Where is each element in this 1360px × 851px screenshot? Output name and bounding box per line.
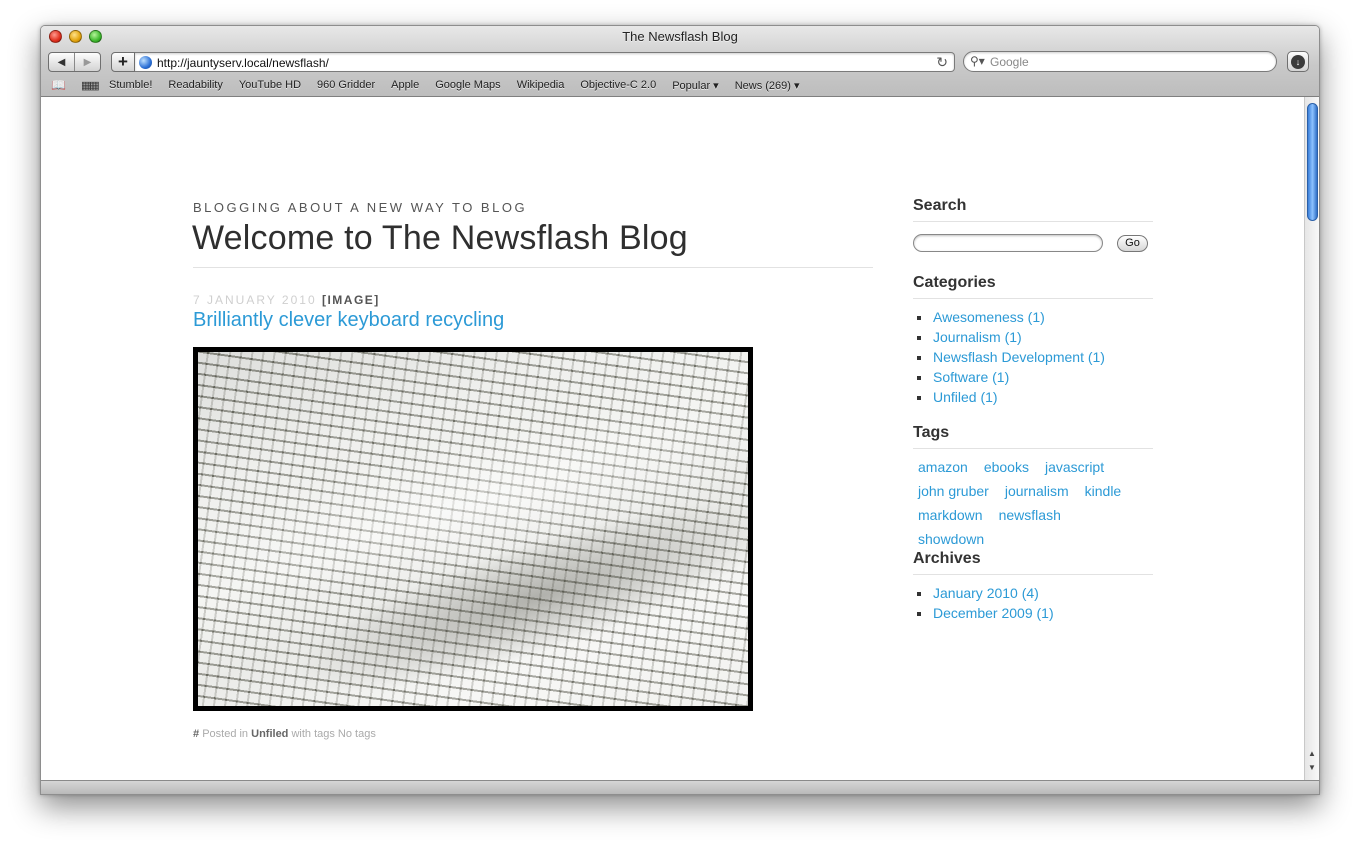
bookmark-objective-c[interactable]: Objective-C 2.0: [580, 79, 656, 91]
tag-link[interactable]: john gruber: [918, 479, 989, 503]
scroll-down-icon[interactable]: ▼: [1308, 763, 1316, 772]
tags-heading: Tags: [913, 424, 950, 441]
archives-heading: Archives: [913, 550, 981, 567]
bookmark-stumble[interactable]: Stumble!: [109, 79, 152, 91]
tag-link[interactable]: kindle: [1085, 479, 1122, 503]
categories-list: Awesomeness (1) Journalism (1) Newsflash…: [913, 307, 1105, 407]
nav-buttons: ◀ ▶: [48, 52, 101, 72]
browser-chrome: The Newsflash Blog ◀ ▶ + http://jauntyse…: [41, 26, 1319, 97]
blog-title[interactable]: Welcome to The Newsflash Blog: [192, 219, 688, 258]
search-field[interactable]: ⚲▾ Google: [963, 51, 1277, 72]
tag-link[interactable]: newsflash: [999, 503, 1061, 527]
back-button[interactable]: ◀: [49, 53, 74, 71]
tag-cloud: amazon ebooks javascript john gruber journa…: [918, 455, 1153, 551]
globe-icon: [139, 56, 152, 69]
forward-button[interactable]: ▶: [74, 53, 100, 71]
tags-rule: [913, 448, 1153, 449]
archives-rule: [913, 574, 1153, 575]
search-heading: Search: [913, 197, 967, 214]
status-bar: [41, 780, 1319, 794]
tag-link[interactable]: journalism: [1005, 479, 1069, 503]
bookmark-google-maps[interactable]: Google Maps: [435, 79, 500, 91]
top-sites-grid-icon[interactable]: ▦▦: [81, 79, 100, 92]
bookmark-wikipedia[interactable]: Wikipedia: [517, 79, 565, 91]
search-placeholder: Google: [990, 55, 1029, 69]
download-icon: ↓: [1291, 55, 1305, 69]
bookmark-apple[interactable]: Apple: [391, 79, 419, 91]
post-footer: # Posted in Unfiled with tags No tags: [193, 728, 376, 740]
categories-heading: Categories: [913, 274, 996, 291]
post-title-link[interactable]: Brilliantly clever keyboard recycling: [193, 309, 504, 332]
back-arrow-icon: ◀: [57, 56, 66, 68]
tag-link[interactable]: showdown: [918, 527, 984, 551]
category-link[interactable]: Awesomeness (1): [913, 307, 1105, 327]
forward-arrow-icon: ▶: [83, 56, 92, 68]
reload-icon[interactable]: ↻: [936, 54, 948, 71]
window-title: The Newsflash Blog: [622, 29, 738, 44]
tag-link[interactable]: markdown: [918, 503, 983, 527]
post-meta: 7 JANUARY 2010 [IMAGE]: [193, 293, 380, 307]
categories-rule: [913, 298, 1153, 299]
page-content: BLOGGING ABOUT A NEW WAY TO BLOG Welcome…: [41, 97, 1306, 780]
archives-list: January 2010 (4) December 2009 (1): [913, 583, 1054, 623]
search-icon: ⚲▾: [970, 54, 985, 68]
url-text: http://jauntyserv.local/newsflash/: [157, 56, 329, 70]
address-bar[interactable]: http://jauntyserv.local/newsflash/ ↻: [135, 52, 955, 72]
tag-link[interactable]: javascript: [1045, 455, 1104, 479]
archive-link[interactable]: January 2010 (4): [913, 583, 1054, 603]
add-bookmark-button[interactable]: +: [111, 52, 135, 72]
post-image[interactable]: [193, 347, 753, 711]
browser-window: The Newsflash Blog ◀ ▶ + http://jauntyse…: [40, 25, 1320, 795]
blog-tagline: BLOGGING ABOUT A NEW WAY TO BLOG: [193, 200, 528, 215]
tag-link[interactable]: ebooks: [984, 455, 1029, 479]
post-type: [IMAGE]: [321, 293, 380, 307]
search-go-button[interactable]: Go: [1117, 235, 1148, 252]
scrollbar-thumb[interactable]: [1307, 103, 1318, 221]
bookmark-readability[interactable]: Readability: [168, 79, 222, 91]
search-rule: [913, 221, 1153, 222]
category-link[interactable]: Newsflash Development (1): [913, 347, 1105, 367]
posted-in-label: Posted in: [202, 728, 249, 740]
downloads-button[interactable]: ↓: [1287, 51, 1309, 72]
vertical-scrollbar[interactable]: ▲ ▼: [1304, 97, 1319, 780]
post-category-link[interactable]: Unfiled: [251, 728, 288, 740]
bookmark-960-gridder[interactable]: 960 Gridder: [317, 79, 375, 91]
tag-link[interactable]: amazon: [918, 455, 968, 479]
bookmark-news-menu[interactable]: News (269) ▾: [735, 79, 800, 92]
post-tags-text: with tags No tags: [291, 728, 376, 740]
category-link[interactable]: Software (1): [913, 367, 1105, 387]
bookmark-youtube-hd[interactable]: YouTube HD: [239, 79, 301, 91]
category-link[interactable]: Unfiled (1): [913, 387, 1105, 407]
header-divider: [193, 267, 873, 268]
archive-link[interactable]: December 2009 (1): [913, 603, 1054, 623]
bookmark-popular-menu[interactable]: Popular ▾: [672, 79, 719, 92]
category-link[interactable]: Journalism (1): [913, 327, 1105, 347]
permalink-hash[interactable]: #: [193, 728, 199, 740]
sidebar-search-input[interactable]: [913, 234, 1103, 252]
bookmarks-bar: 📖 ▦▦ Stumble! Readability YouTube HD 960…: [41, 74, 1319, 96]
post-date: 7 JANUARY 2010: [193, 293, 317, 307]
scroll-up-icon[interactable]: ▲: [1308, 749, 1316, 758]
book-icon[interactable]: 📖: [51, 78, 71, 92]
